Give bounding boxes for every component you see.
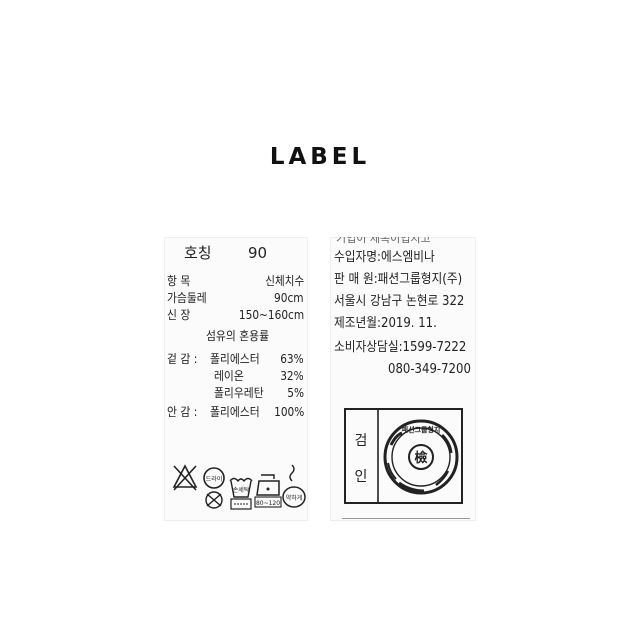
fiber-percent: 5% [287,386,304,400]
phone-number: 080-349-7200 [388,362,471,377]
fiber-percent: 63% [280,352,304,366]
care-symbol-text: 손세탁 [233,486,250,494]
outer-fabric-label: 겉 감 : [167,352,198,366]
seal-text: 패션그룹형지 [402,425,441,434]
wring-gently-icon: 약하게 [282,463,306,511]
care-symbol-text: 약하게 [286,494,303,502]
fiber-title: 섬유의 혼용률 [206,329,270,343]
size-value: 90 [248,244,268,262]
fiber-percent: 32% [280,369,304,383]
fiber-percent: 100% [273,405,304,419]
inspection-stamp: 검 인 檢 패션그룹형지 [344,405,464,505]
manufacture-date: 제조년월:2019. 11. [334,316,437,331]
import-info-label: 기업이 제목이업지고 수입자명:에스엠비나 판 매 원:패션그룹형지(주) 서울… [330,237,476,521]
size-label: 호칭 [184,244,212,262]
hand-wash-icon: 손세탁 [228,473,254,513]
chest-value: 90cm [274,291,304,305]
iron-icon: 80~120 [254,471,282,515]
chest-label: 가슴둘레 [167,291,207,305]
care-symbol-text: 80~120 [256,500,280,507]
column-body-label: 신체치수 [265,274,304,288]
seal-stamp: 檢 패션그룹형지 [383,419,459,495]
inspection-char: 검 [355,433,368,449]
dry-clean-icon: 드라이 [201,465,227,511]
seal-center-char: 檢 [414,450,427,466]
size-fiber-label: 호칭 90 항 목 신체치수 가슴둘레 90cm 신 장 150~160cm 섬… [164,237,308,521]
height-label: 신 장 [167,308,191,322]
consumer-center: 소비자상담실:1599-7222 [334,340,467,355]
label-bottom-edge [342,518,470,521]
fiber-name: 폴리에스터 [210,352,260,366]
height-value: 150~160cm [238,308,304,322]
cut-off-text: 기업이 제목이업지고 [336,237,431,245]
inspection-char: 인 [355,469,368,485]
importer-name: 수입자명:에스엠비나 [334,250,435,265]
fiber-name: 레이온 [214,369,244,383]
fiber-name: 폴리우레탄 [214,386,264,400]
fiber-name: 폴리에스터 [210,405,260,419]
page-title: LABEL [269,144,371,170]
column-item-label: 항 목 [167,274,191,288]
seller-name: 판 매 원:패션그룹형지(주) [334,272,463,287]
lining-label: 안 감 : [167,405,198,419]
no-bleach-icon [172,463,198,493]
care-symbol-text: 드라이 [206,475,223,483]
seller-address: 서울시 강남구 논현로 322 [334,294,465,309]
